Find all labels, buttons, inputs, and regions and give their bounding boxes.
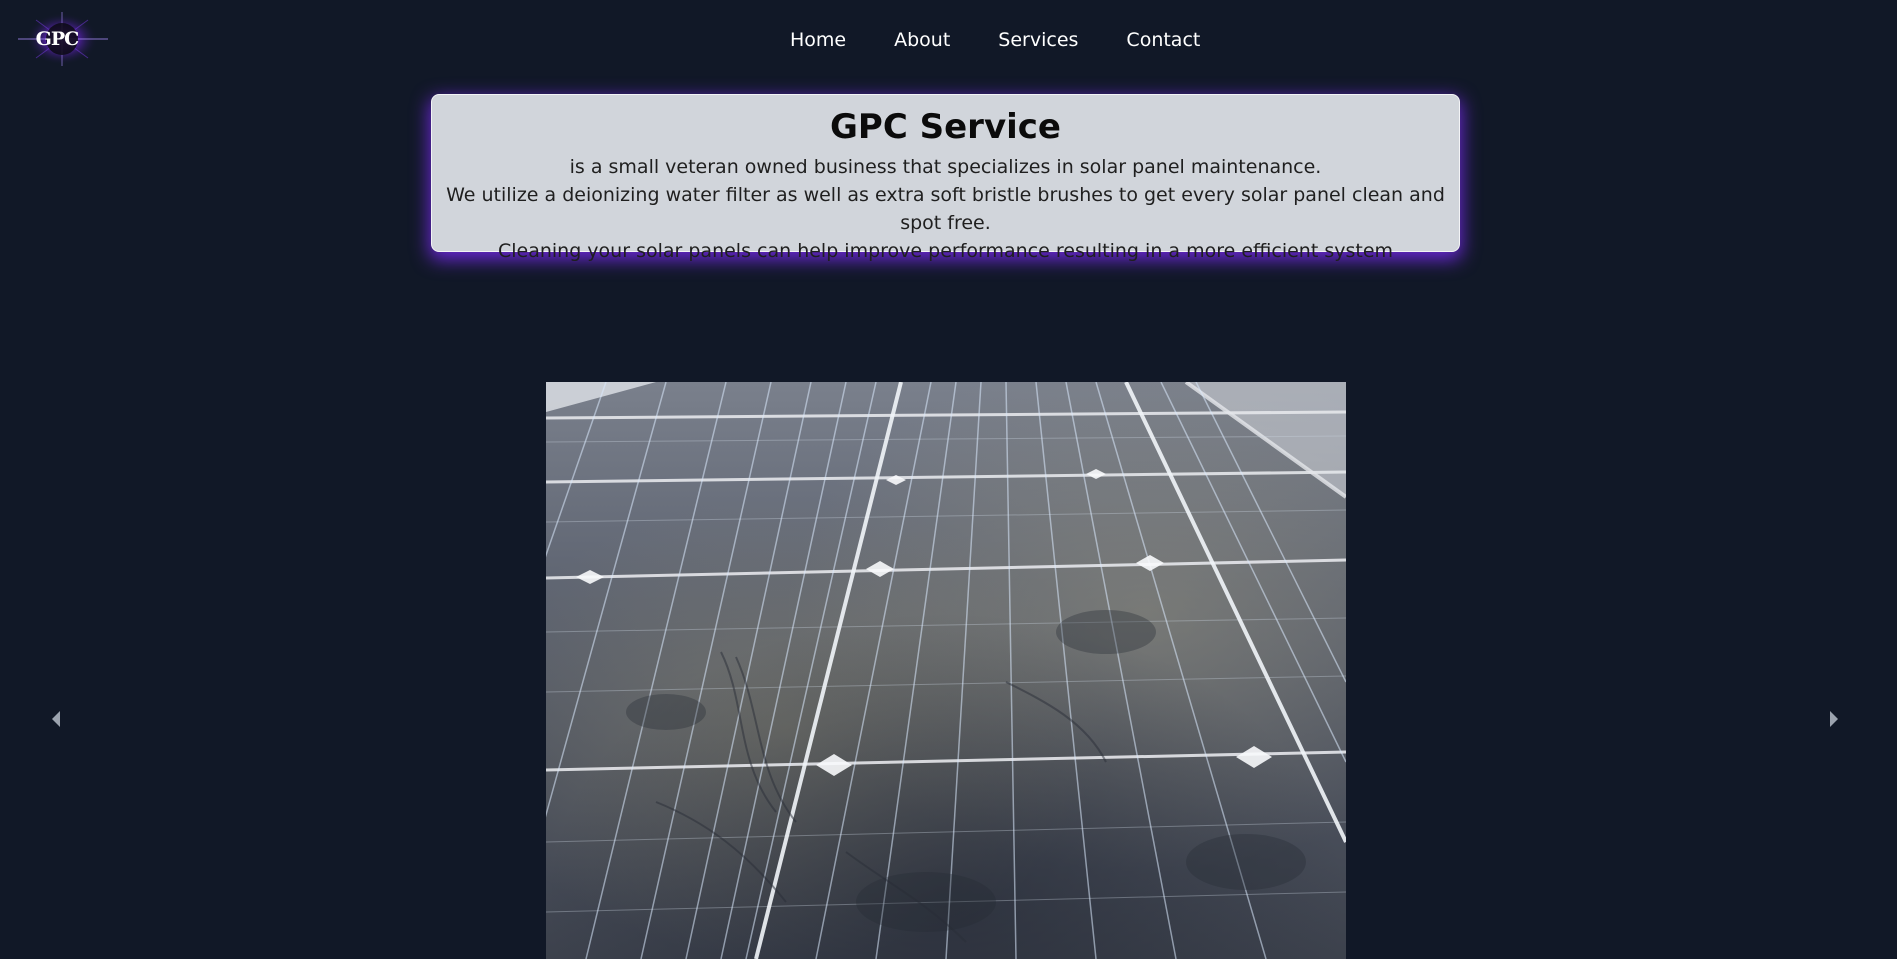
solar-panel-photo (546, 382, 1346, 959)
logo-text: GPC (35, 28, 80, 50)
image-carousel (0, 382, 1897, 959)
nav-about-link[interactable]: About (894, 20, 950, 60)
carousel-slide-image (546, 382, 1346, 959)
carousel-next-button[interactable] (1824, 707, 1844, 731)
nav-home-link[interactable]: Home (790, 20, 846, 60)
intro-line-2: We utilize a deionizing water filter as … (446, 184, 1445, 234)
nav-services-link[interactable]: Services (998, 20, 1078, 60)
main-nav: Home About Services Contact (790, 20, 1200, 60)
top-navigation-bar: GPC Home About Services Contact (0, 0, 1897, 78)
intro-line-1: is a small veteran owned business that s… (569, 156, 1322, 178)
caret-left-icon (52, 711, 60, 727)
carousel-prev-button[interactable] (46, 707, 66, 731)
gpc-logo[interactable]: GPC (14, 6, 114, 72)
intro-card: GPC Service is a small veteran owned bus… (431, 94, 1460, 262)
caret-right-icon (1830, 711, 1838, 727)
intro-line-3: Cleaning your solar panels can help impr… (497, 240, 1394, 262)
nav-contact-link[interactable]: Contact (1126, 20, 1200, 60)
page-title: GPC Service (830, 107, 1061, 147)
